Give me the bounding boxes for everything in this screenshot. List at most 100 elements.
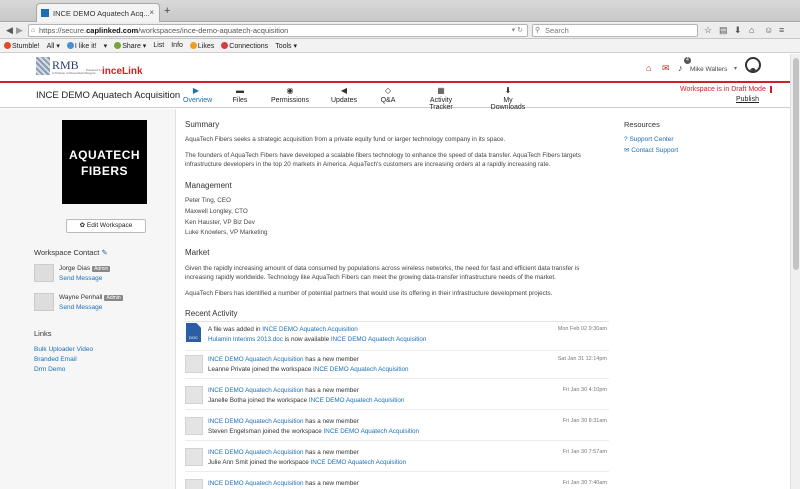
home-icon[interactable]: ⌂ (749, 25, 754, 35)
workspace-link[interactable]: INCE DEMO Aquatech Acquisition (262, 326, 358, 333)
user-name[interactable]: Mike Walters (690, 66, 727, 73)
activity-line: Leanne Private joined the workspace INCE… (208, 366, 409, 373)
summary-paragraph: The founders of AquaTech Fibers have dev… (185, 152, 581, 168)
activity-timestamp: Fri Jan 30 7:57am (562, 449, 607, 455)
browser-tab[interactable]: INCE DEMO Aquatech Acq... × (36, 3, 160, 22)
activity-line: INCE DEMO Aquatech Acquisition has a new… (208, 449, 359, 456)
bookmarks-bar: Stumble! All ▾ I like it! ▾ Share ▾ List… (0, 39, 800, 53)
bookmark-like[interactable]: I like it! (66, 41, 97, 50)
bookmark-likes[interactable]: Likes (189, 41, 214, 50)
link-branded-email[interactable]: Branded Email (34, 356, 77, 363)
workspace-bar: INCE DEMO Aquatech Acquisition ▶ Overvie… (0, 84, 800, 111)
workspace-link[interactable]: INCE DEMO Aquatech Acquisition (208, 449, 304, 456)
bookmark-connections[interactable]: Connections (221, 41, 268, 50)
home-icon[interactable]: ⌂ (646, 63, 651, 73)
forward-icon[interactable]: ▶ (16, 25, 23, 35)
activity-item: DOC A file was added in INCE DEMO Aquate… (185, 323, 609, 351)
download-icon[interactable]: ⬇ (734, 25, 742, 35)
bookmark-list[interactable]: List (153, 42, 164, 49)
support-center-link[interactable]: ? Support Center (624, 136, 674, 143)
bookmark-dropdown[interactable]: ▾ (104, 42, 108, 50)
rmb-logo[interactable]: RMB A Division of Rosenblatt Mergers (36, 57, 96, 77)
download-icon: ⬇ (504, 86, 512, 95)
tab-close-icon[interactable]: × (149, 8, 154, 17)
tab-files[interactable]: ▬ Files (230, 86, 250, 104)
notification-badge: 4 (684, 57, 691, 64)
search-input[interactable]: ⚲ Search (532, 24, 698, 37)
page-scrollbar[interactable] (790, 54, 800, 489)
activity-item: INCE DEMO Aquatech Acquisition has a new… (185, 415, 609, 441)
star-icon[interactable]: ☆ (704, 25, 712, 35)
send-message-link[interactable]: Send Message (59, 304, 102, 311)
company-logo-line1: AQUATECH (68, 148, 141, 162)
menu-icon[interactable]: ≡ (779, 25, 784, 35)
workspace-link[interactable]: INCE DEMO Aquatech Acquisition (309, 397, 405, 404)
back-icon[interactable]: ◀ (6, 25, 13, 35)
folder-icon: ▬ (236, 86, 244, 95)
management-item: Maxwell Longley, CTO (185, 208, 248, 215)
tab-my-downloads[interactable]: ⬇ My Downloads (486, 86, 530, 111)
share-icon (114, 41, 122, 49)
likes-icon (189, 41, 197, 49)
workspace-link[interactable]: INCE DEMO Aquatech Acquisition (208, 356, 304, 363)
mail-icon: ✉ (624, 147, 630, 154)
management-item: Ken Hauster, VP Biz Dev (185, 219, 255, 226)
share-icon[interactable]: ☺ (764, 25, 773, 35)
link-bulk-uploader-video[interactable]: Bulk Uploader Video (34, 346, 93, 353)
user-menu-caret[interactable]: ▾ (734, 65, 737, 72)
activity-line: Steven Engelsman joined the workspace IN… (208, 428, 420, 435)
url-bar[interactable]: ⌂ https://secure.caplinked.com/workspace… (28, 24, 528, 37)
send-message-link[interactable]: Send Message (59, 275, 102, 282)
edit-workspace-button[interactable]: ✿ Edit Workspace (66, 219, 146, 233)
activity-item: INCE DEMO Aquatech Acquisition has a new… (185, 477, 609, 489)
tab-overview[interactable]: ▶ Overview (183, 86, 212, 104)
member-avatar (185, 386, 203, 404)
doc-file-icon: DOC (186, 323, 201, 342)
management-item: Peter Ting, CEO (185, 197, 231, 204)
scrollbar-thumb[interactable] (793, 58, 799, 270)
contact-support-link[interactable]: ✉ Contact Support (624, 146, 678, 154)
reading-list-icon[interactable]: ▤ (719, 25, 728, 35)
workspace-link[interactable]: INCE DEMO Aquatech Acquisition (313, 366, 409, 373)
bookmark-tools[interactable]: Tools ▾ (275, 42, 297, 50)
url-host: caplinked.com (86, 26, 139, 35)
left-sidebar: AQUATECH FIBERS ✿ Edit Workspace Workspa… (0, 109, 176, 489)
edit-icon[interactable]: ✎ (101, 248, 107, 257)
favicon-icon (41, 9, 49, 17)
bookmark-all[interactable]: All ▾ (47, 42, 60, 50)
publish-link[interactable]: Publish (736, 96, 759, 103)
workspace-link[interactable]: INCE DEMO Aquatech Acquisition (331, 336, 427, 343)
tab-updates[interactable]: ◀ Updates (330, 86, 358, 104)
activity-line: A file was added in INCE DEMO Aquatech A… (208, 326, 358, 333)
file-link[interactable]: Hulamin Interims 2013.doc (208, 336, 283, 343)
admin-badge: Admin (104, 295, 123, 301)
user-avatar[interactable] (745, 57, 761, 73)
tab-activity-tracker[interactable]: ▦ Activity Tracker (418, 86, 464, 111)
bell-icon[interactable]: ♪ (678, 63, 683, 73)
thumb-icon (66, 41, 74, 49)
contact-name: Jorge Dias Admin (59, 265, 111, 272)
reload-icon[interactable]: ▾ ↻ (512, 25, 523, 36)
market-paragraph: AquaTech Fibers has identified a number … (185, 290, 553, 297)
link-drm-demo[interactable]: Drm Demo (34, 366, 65, 373)
bookmark-info[interactable]: Info (171, 42, 183, 49)
workspace-link[interactable]: INCE DEMO Aquatech Acquisition (311, 459, 407, 466)
workspace-link[interactable]: INCE DEMO Aquatech Acquisition (324, 428, 420, 435)
workspace-link[interactable]: INCE DEMO Aquatech Acquisition (208, 387, 304, 394)
company-logo: AQUATECH FIBERS (62, 120, 147, 204)
new-tab-button[interactable]: + (164, 5, 170, 17)
mail-icon[interactable]: ✉ (662, 63, 670, 74)
incelink-logo: Powered by inceLink (86, 66, 143, 77)
bookmark-stumble[interactable]: Stumble! (4, 41, 40, 50)
tab-permissions[interactable]: ◉ Permissions (270, 86, 310, 104)
activity-line: Julie Ann Smit joined the workspace INCE… (208, 459, 407, 466)
contact-avatar (34, 264, 54, 282)
workspace-link[interactable]: INCE DEMO Aquatech Acquisition (208, 418, 304, 425)
tab-qa[interactable]: ◇ Q&A (380, 86, 396, 104)
workspace-link[interactable]: INCE DEMO Aquatech Acquisition (208, 480, 304, 487)
url-prefix: https://secure. (39, 26, 87, 35)
member-avatar (185, 355, 203, 373)
contact-name: Wayne Penhall Admin (59, 294, 123, 301)
bookmark-share[interactable]: Share ▾ (114, 41, 146, 50)
activity-line: Hulamin Interims 2013.doc is now availab… (208, 336, 427, 343)
